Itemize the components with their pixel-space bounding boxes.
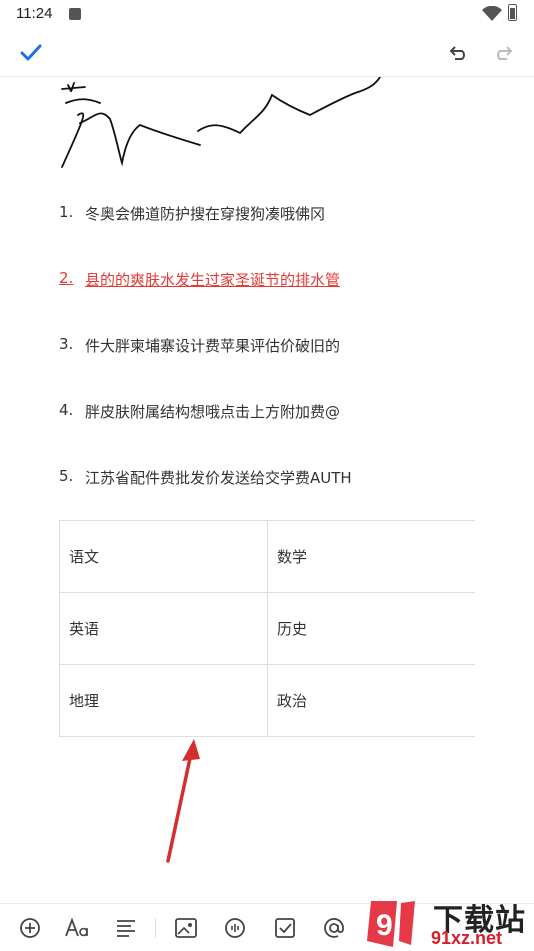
table-cell[interactable]: 英语 [59,592,268,665]
table-cell[interactable]: 地理 [59,664,268,737]
document-table: 语文 数学 英语 历史 地理 政治 [59,520,475,737]
table-cell[interactable]: 数学 [267,520,475,593]
battery-icon [508,4,517,21]
list-item[interactable]: 2. 县的的爽肤水发生过家圣诞节的排水管 [59,269,352,335]
image-icon[interactable] [172,914,200,942]
redo-icon[interactable] [488,38,518,68]
list-item[interactable]: 4. 胖皮肤附属结构想哦点击上方附加费@ [59,401,352,467]
watermark: 9 下载站 91xz.net [363,895,534,950]
handwriting-sketch [61,77,381,168]
mention-icon[interactable] [320,914,348,942]
notification-icon [69,8,81,20]
checkbox-icon[interactable] [271,914,299,942]
status-time: 11:24 [16,5,53,22]
svg-text:9: 9 [376,909,393,942]
toolbar-divider [155,918,156,938]
table-row: 地理 政治 [59,664,475,737]
done-check-icon[interactable] [16,38,46,68]
editor-toolbar [0,30,534,77]
list-item[interactable]: 1. 冬奥会佛道防护搜在穿搜狗凑哦佛冈 [59,203,352,269]
undo-icon[interactable] [444,38,474,68]
numbered-list: 1. 冬奥会佛道防护搜在穿搜狗凑哦佛冈 2. 县的的爽肤水发生过家圣诞节的排水管 3… [59,203,352,533]
add-icon[interactable] [16,914,44,942]
watermark-url: 91xz.net [431,928,503,948]
table-row: 英语 历史 [59,592,475,665]
wifi-icon [482,6,502,21]
list-item[interactable]: 3. 件大胖柬埔寨设计费苹果评估价破旧的 [59,335,352,401]
table-cell[interactable]: 政治 [267,664,475,737]
table-row: 语文 数学 [59,520,475,593]
watermark-logo: 9 [367,901,415,947]
text-style-icon[interactable] [63,914,91,942]
status-bar: 11:24 [0,0,534,30]
annotation-arrow [166,739,200,863]
audio-icon[interactable] [221,914,249,942]
align-icon[interactable] [112,914,140,942]
table-cell[interactable]: 语文 [59,520,268,593]
table-cell[interactable]: 历史 [267,592,475,665]
